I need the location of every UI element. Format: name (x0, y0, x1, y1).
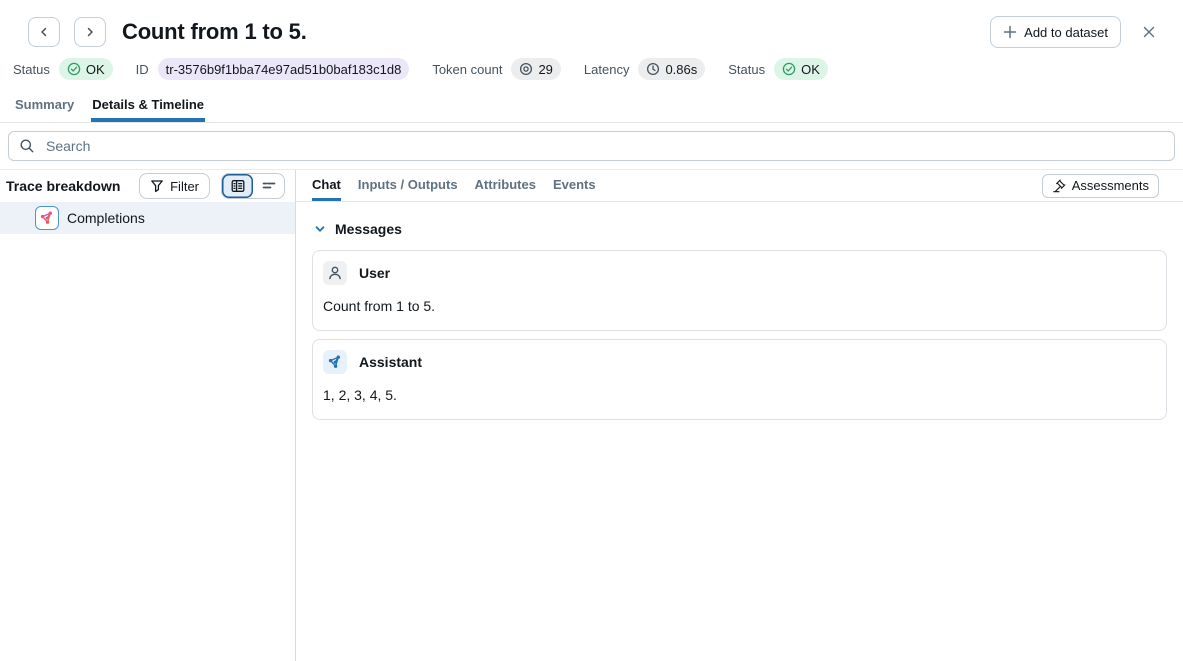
forward-button[interactable] (74, 17, 106, 47)
tab-details-timeline[interactable]: Details & Timeline (91, 90, 205, 122)
content-split: Trace breakdown Filter (0, 170, 1183, 661)
status2-label: Status (728, 62, 765, 77)
detail-view-toggle[interactable] (222, 174, 253, 198)
status2-value: OK (801, 62, 820, 77)
id-label: ID (136, 62, 149, 77)
chevron-down-icon (314, 223, 326, 235)
filter-button[interactable]: Filter (139, 173, 210, 199)
tab-summary[interactable]: Summary (14, 90, 75, 122)
clock-icon (646, 62, 660, 76)
token-count-value: 29 (538, 62, 552, 77)
latency-value: 0.86s (665, 62, 697, 77)
gavel-icon (1052, 179, 1066, 193)
search-row (0, 123, 1183, 170)
trace-breakdown-panel: Trace breakdown Filter (0, 170, 296, 661)
view-toggle (221, 173, 285, 199)
detail-list-icon (230, 178, 246, 194)
add-to-dataset-button[interactable]: Add to dataset (990, 16, 1121, 48)
tab-attributes[interactable]: Attributes (475, 170, 536, 201)
message-role: Assistant (359, 354, 422, 370)
trace-breakdown-title: Trace breakdown (6, 178, 139, 194)
trace-id-value[interactable]: tr-3576b9f1bba74e97ad51b0baf183c1d8 (158, 58, 410, 80)
messages-section-header[interactable]: Messages (314, 221, 1167, 237)
status2-group: Status OK (728, 58, 828, 80)
timeline-view-toggle[interactable] (253, 174, 284, 198)
message-role: User (359, 265, 390, 281)
message-card-assistant: Assistant 1, 2, 3, 4, 5. (312, 339, 1167, 420)
chevron-right-icon (84, 26, 96, 38)
filter-icon (150, 179, 164, 193)
trace-breakdown-header: Trace breakdown Filter (0, 170, 295, 202)
plus-icon (1003, 25, 1017, 39)
message-header: Assistant (323, 350, 1156, 374)
tab-inputs-outputs[interactable]: Inputs / Outputs (358, 170, 458, 201)
latency-group: Latency 0.86s (584, 58, 705, 80)
status-group: Status OK (13, 58, 113, 80)
search-input[interactable] (44, 137, 1164, 155)
assessments-button[interactable]: Assessments (1042, 174, 1159, 198)
message-content: Count from 1 to 5. (323, 298, 1156, 314)
page-title: Count from 1 to 5. (122, 19, 307, 45)
message-content: 1, 2, 3, 4, 5. (323, 387, 1156, 403)
search-icon (19, 138, 35, 154)
add-to-dataset-label: Add to dataset (1024, 25, 1108, 40)
timeline-icon (261, 178, 277, 194)
back-button[interactable] (28, 17, 60, 47)
chevron-left-icon (38, 26, 50, 38)
top-bar: Count from 1 to 5. Add to dataset (0, 0, 1183, 48)
user-icon (323, 261, 347, 285)
close-button[interactable] (1139, 22, 1159, 42)
check-circle-icon (782, 62, 796, 76)
messages-section-title: Messages (335, 221, 402, 237)
trace-id-group: ID tr-3576b9f1bba74e97ad51b0baf183c1d8 (136, 58, 410, 80)
assistant-icon (323, 350, 347, 374)
tree-item-completions[interactable]: Completions (0, 202, 295, 234)
filter-label: Filter (170, 179, 199, 194)
token-count-badge: 29 (511, 58, 560, 80)
latency-badge: 0.86s (638, 58, 705, 80)
token-count-label: Token count (432, 62, 502, 77)
message-header: User (323, 261, 1156, 285)
latency-label: Latency (584, 62, 630, 77)
status-label: Status (13, 62, 50, 77)
tab-chat[interactable]: Chat (312, 170, 341, 201)
status2-badge: OK (774, 58, 828, 80)
token-count-icon (519, 62, 533, 76)
search-box[interactable] (8, 131, 1175, 161)
status-value: OK (86, 62, 105, 77)
tree-item-label: Completions (67, 210, 145, 226)
token-count-group: Token count 29 (432, 58, 561, 80)
trace-meta-row: Status OK ID tr-3576b9f1bba74e97ad51b0ba… (0, 48, 1183, 90)
chat-tab-content: Messages User Count from 1 to 5. (296, 202, 1183, 442)
status-badge: OK (59, 58, 113, 80)
completions-node-icon (35, 206, 59, 230)
tab-events[interactable]: Events (553, 170, 596, 201)
message-card-user: User Count from 1 to 5. (312, 250, 1167, 331)
assessments-label: Assessments (1072, 178, 1149, 193)
detail-tabs: Chat Inputs / Outputs Attributes Events … (296, 170, 1183, 202)
close-icon (1141, 24, 1157, 40)
span-detail-panel: Chat Inputs / Outputs Attributes Events … (296, 170, 1183, 661)
page-tabs: Summary Details & Timeline (0, 90, 1183, 123)
check-circle-icon (67, 62, 81, 76)
